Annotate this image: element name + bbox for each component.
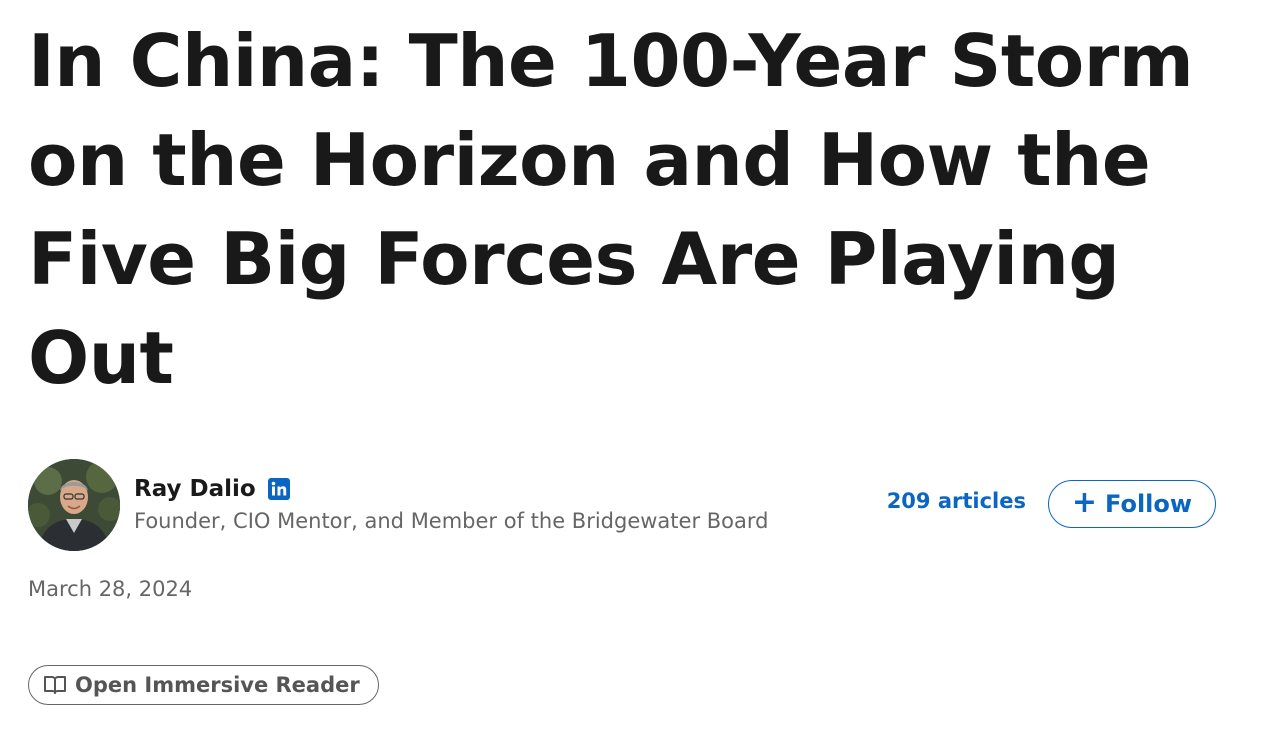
publish-date: March 28, 2024 [28,577,193,601]
immersive-reader-label: Open Immersive Reader [75,673,360,697]
follow-label: Follow [1105,490,1193,518]
avatar[interactable] [28,459,120,551]
author-row: Ray Dalio Founder, CIO Mentor, and Membe… [28,459,1216,551]
book-icon [43,674,67,696]
articles-count-link[interactable]: 209 articles [887,489,1026,513]
author-headline: Founder, CIO Mentor, and Member of the B… [134,509,769,533]
avatar-photo [28,459,120,551]
author-name[interactable]: Ray Dalio [134,476,256,502]
plus-icon: + [1071,484,1098,520]
article-title: In China: The 100-Year Storm on the Hori… [28,19,1194,400]
author-info: Ray Dalio Founder, CIO Mentor, and Membe… [134,473,768,533]
immersive-reader-button[interactable]: Open Immersive Reader [28,665,379,705]
follow-button[interactable]: + Follow [1048,480,1216,528]
linkedin-icon [267,478,290,500]
author-name-line: Ray Dalio [134,473,768,505]
